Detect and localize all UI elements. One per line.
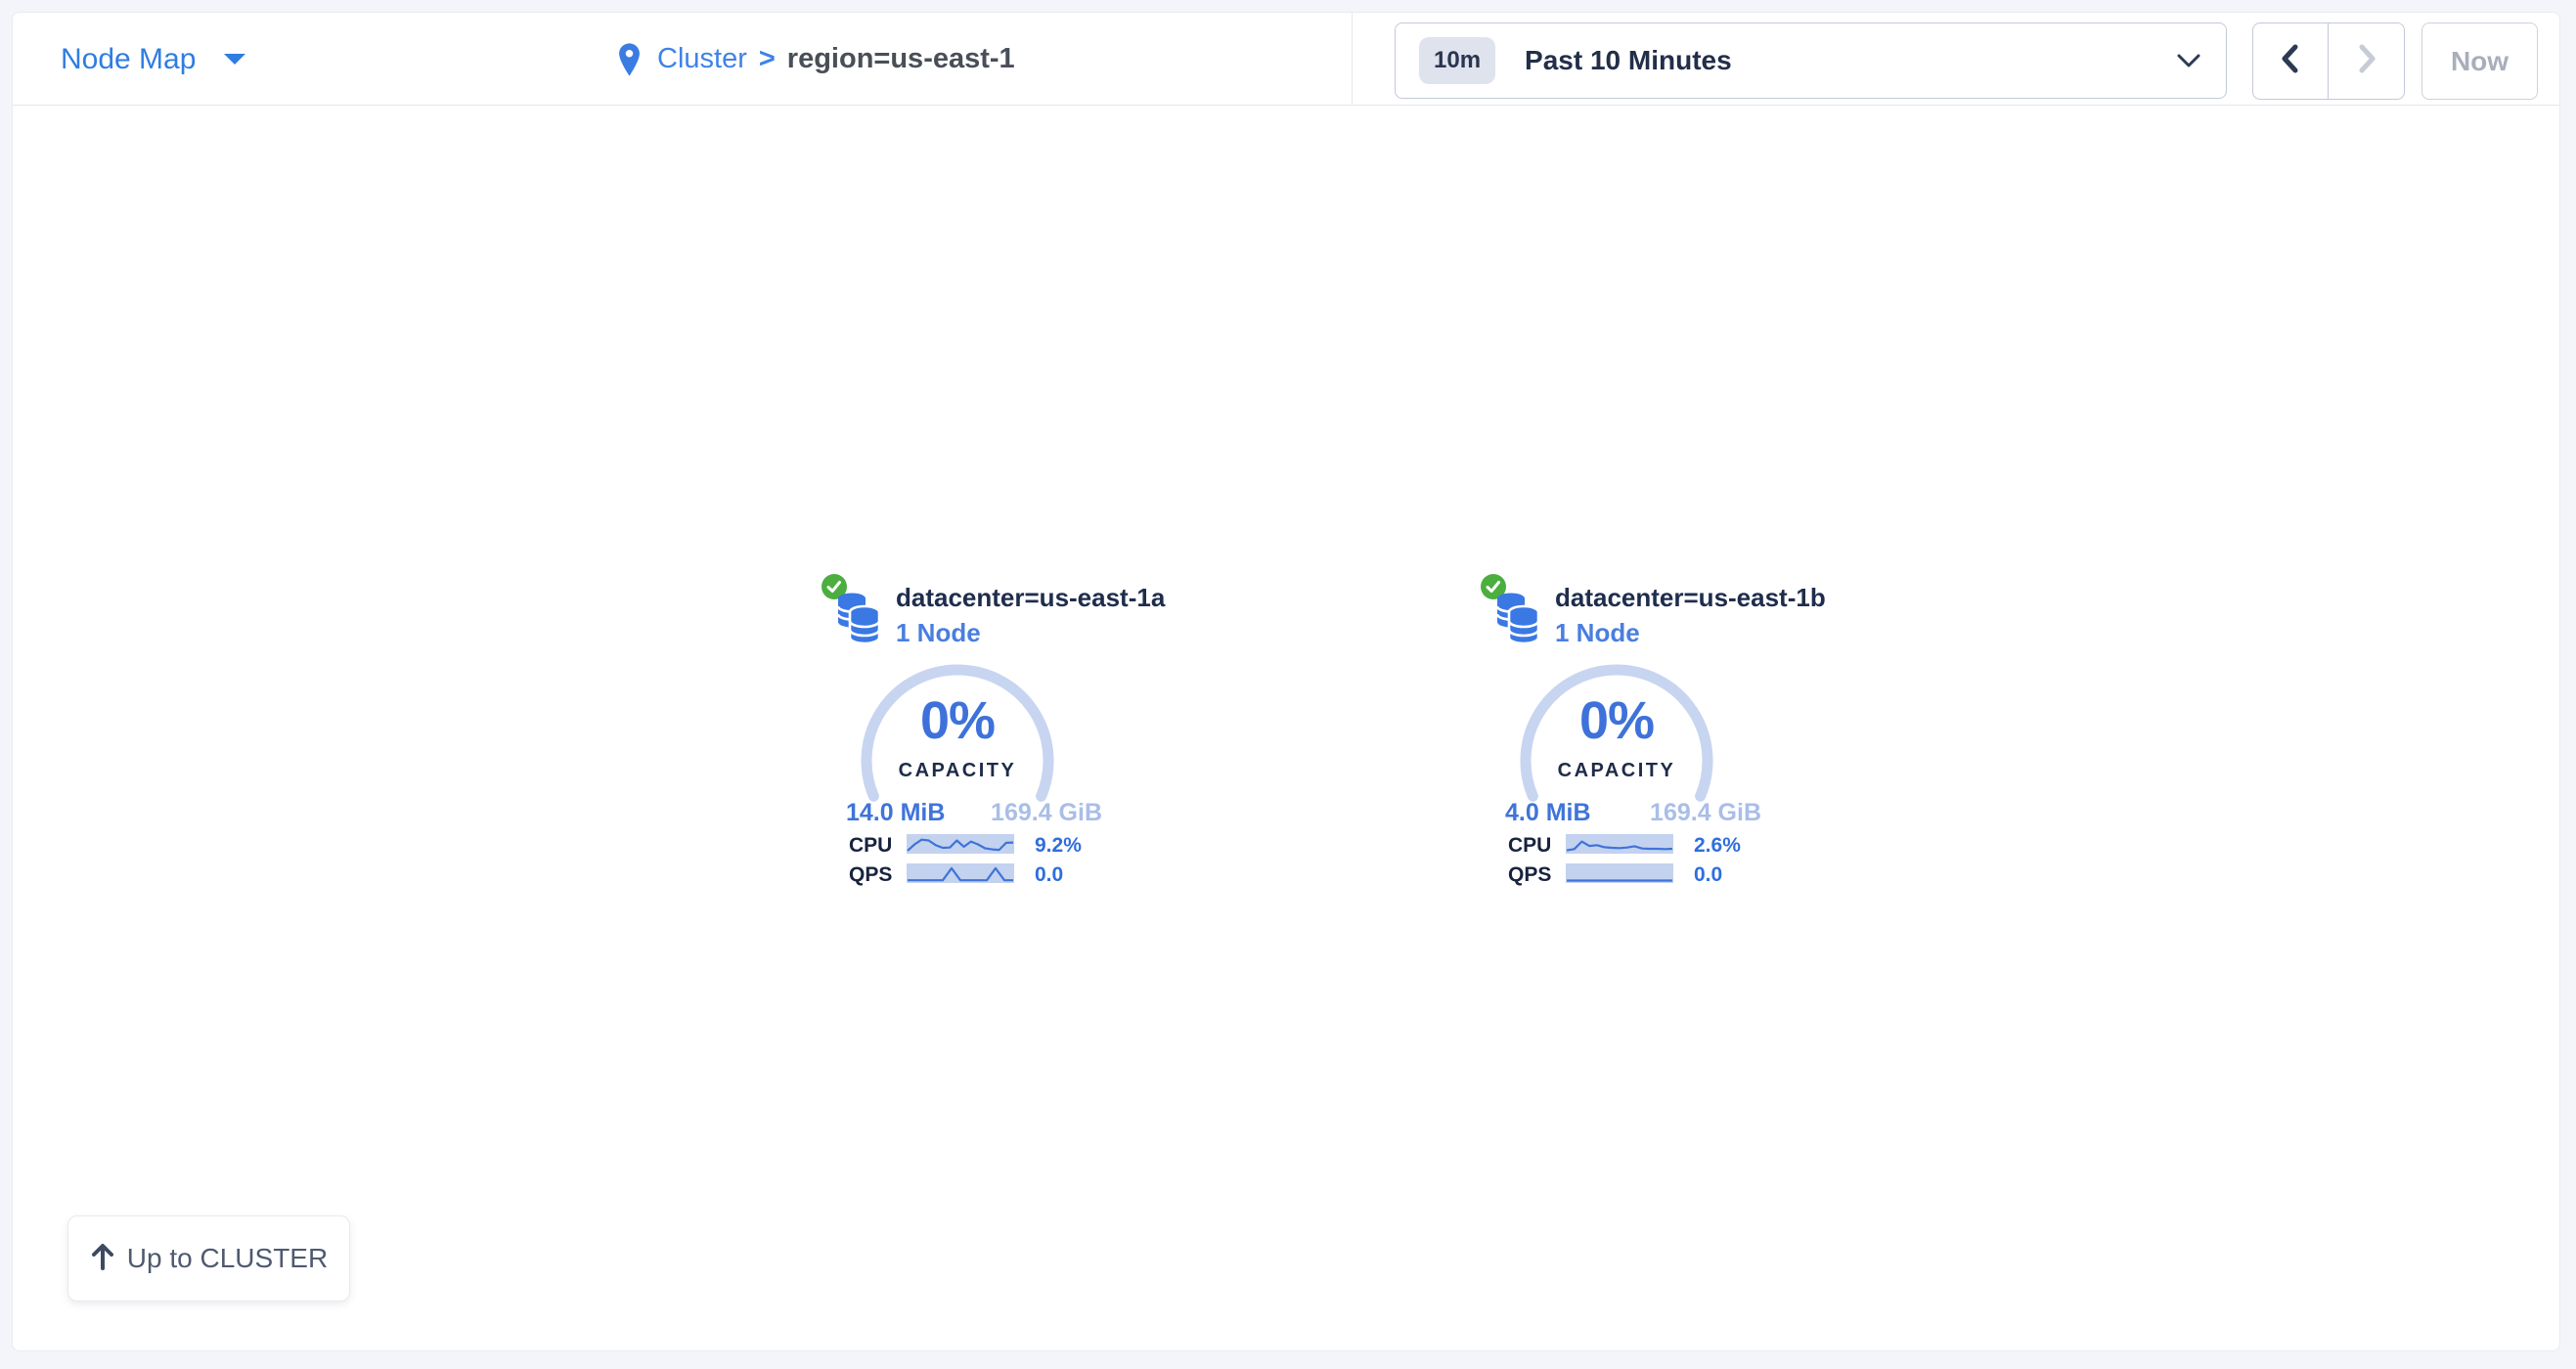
- qps-metric-row: QPS 0.0: [1480, 862, 1765, 886]
- cpu-sparkline: [1566, 834, 1673, 854]
- capacity-gauge: 0% CAPACITY: [1509, 653, 1724, 810]
- qps-label: QPS: [1508, 863, 1551, 887]
- chevron-right-icon: [2354, 43, 2379, 79]
- qps-sparkline: [1566, 863, 1673, 883]
- datacenter-title: datacenter=us-east-1b: [1555, 583, 1826, 613]
- breadcrumb-separator: >: [759, 43, 776, 75]
- view-selector-label: Node Map: [61, 43, 196, 76]
- capacity-percent: 0%: [850, 690, 1065, 751]
- datacenter-title: datacenter=us-east-1a: [896, 583, 1165, 613]
- up-to-cluster-label: Up to CLUSTER: [127, 1243, 328, 1274]
- database-icon: [1495, 589, 1540, 650]
- cpu-value: 2.6%: [1694, 834, 1741, 858]
- caret-down-icon: [223, 53, 246, 66]
- qps-sparkline: [907, 863, 1014, 883]
- arrow-up-icon: [90, 1242, 115, 1276]
- cpu-label: CPU: [1508, 834, 1551, 858]
- datacenter-node-count: 1 Node: [1555, 618, 1640, 648]
- toolbar: Node Map Cluster > region=us-east-1 10m …: [13, 13, 2559, 106]
- cpu-metric-row: CPU 2.6%: [1480, 833, 1765, 857]
- capacity-label: CAPACITY: [1509, 760, 1724, 782]
- timescale-badge: 10m: [1419, 37, 1495, 84]
- cpu-sparkline: [907, 834, 1014, 854]
- chevron-down-icon: [2177, 54, 2200, 68]
- qps-label: QPS: [849, 863, 892, 887]
- breadcrumb-cluster-link[interactable]: Cluster: [657, 43, 747, 75]
- qps-value: 0.0: [1035, 863, 1063, 887]
- capacity-percent: 0%: [1509, 690, 1724, 751]
- qps-metric-row: QPS 0.0: [821, 862, 1106, 886]
- cpu-value: 9.2%: [1035, 834, 1082, 858]
- datacenter-card-us-east-1a[interactable]: datacenter=us-east-1a 1 Node 0% CAPACITY…: [821, 573, 1106, 898]
- up-to-cluster-button[interactable]: Up to CLUSTER: [67, 1215, 350, 1302]
- capacity-used: 4.0 MiB: [1505, 799, 1591, 827]
- view-selector-dropdown[interactable]: Node Map: [61, 13, 246, 106]
- datacenter-node-count: 1 Node: [896, 618, 981, 648]
- timescale-label: Past 10 Minutes: [1525, 45, 1732, 76]
- node-map-panel: Node Map Cluster > region=us-east-1 10m …: [12, 12, 2560, 1351]
- capacity-values-row: 4.0 MiB 169.4 GiB: [1505, 799, 1761, 827]
- time-nav-group: [2252, 22, 2405, 100]
- toolbar-divider: [1352, 13, 1353, 105]
- map-pin-icon: [617, 42, 642, 77]
- capacity-total: 169.4 GiB: [1650, 799, 1761, 827]
- qps-value: 0.0: [1694, 863, 1722, 887]
- now-button[interactable]: Now: [2421, 22, 2538, 100]
- chevron-left-icon: [2278, 43, 2303, 79]
- timescale-dropdown[interactable]: 10m Past 10 Minutes: [1395, 22, 2227, 99]
- breadcrumb-current: region=us-east-1: [787, 43, 1015, 75]
- time-next-button[interactable]: [2329, 22, 2405, 100]
- capacity-gauge: 0% CAPACITY: [850, 653, 1065, 810]
- capacity-used: 14.0 MiB: [846, 799, 945, 827]
- breadcrumb: Cluster > region=us-east-1: [617, 13, 1015, 106]
- capacity-label: CAPACITY: [850, 760, 1065, 782]
- time-prev-button[interactable]: [2252, 22, 2329, 100]
- database-icon: [836, 589, 881, 650]
- capacity-values-row: 14.0 MiB 169.4 GiB: [846, 799, 1102, 827]
- cpu-metric-row: CPU 9.2%: [821, 833, 1106, 857]
- capacity-total: 169.4 GiB: [991, 799, 1102, 827]
- cpu-label: CPU: [849, 834, 892, 858]
- datacenter-card-us-east-1b[interactable]: datacenter=us-east-1b 1 Node 0% CAPACITY…: [1480, 573, 1765, 898]
